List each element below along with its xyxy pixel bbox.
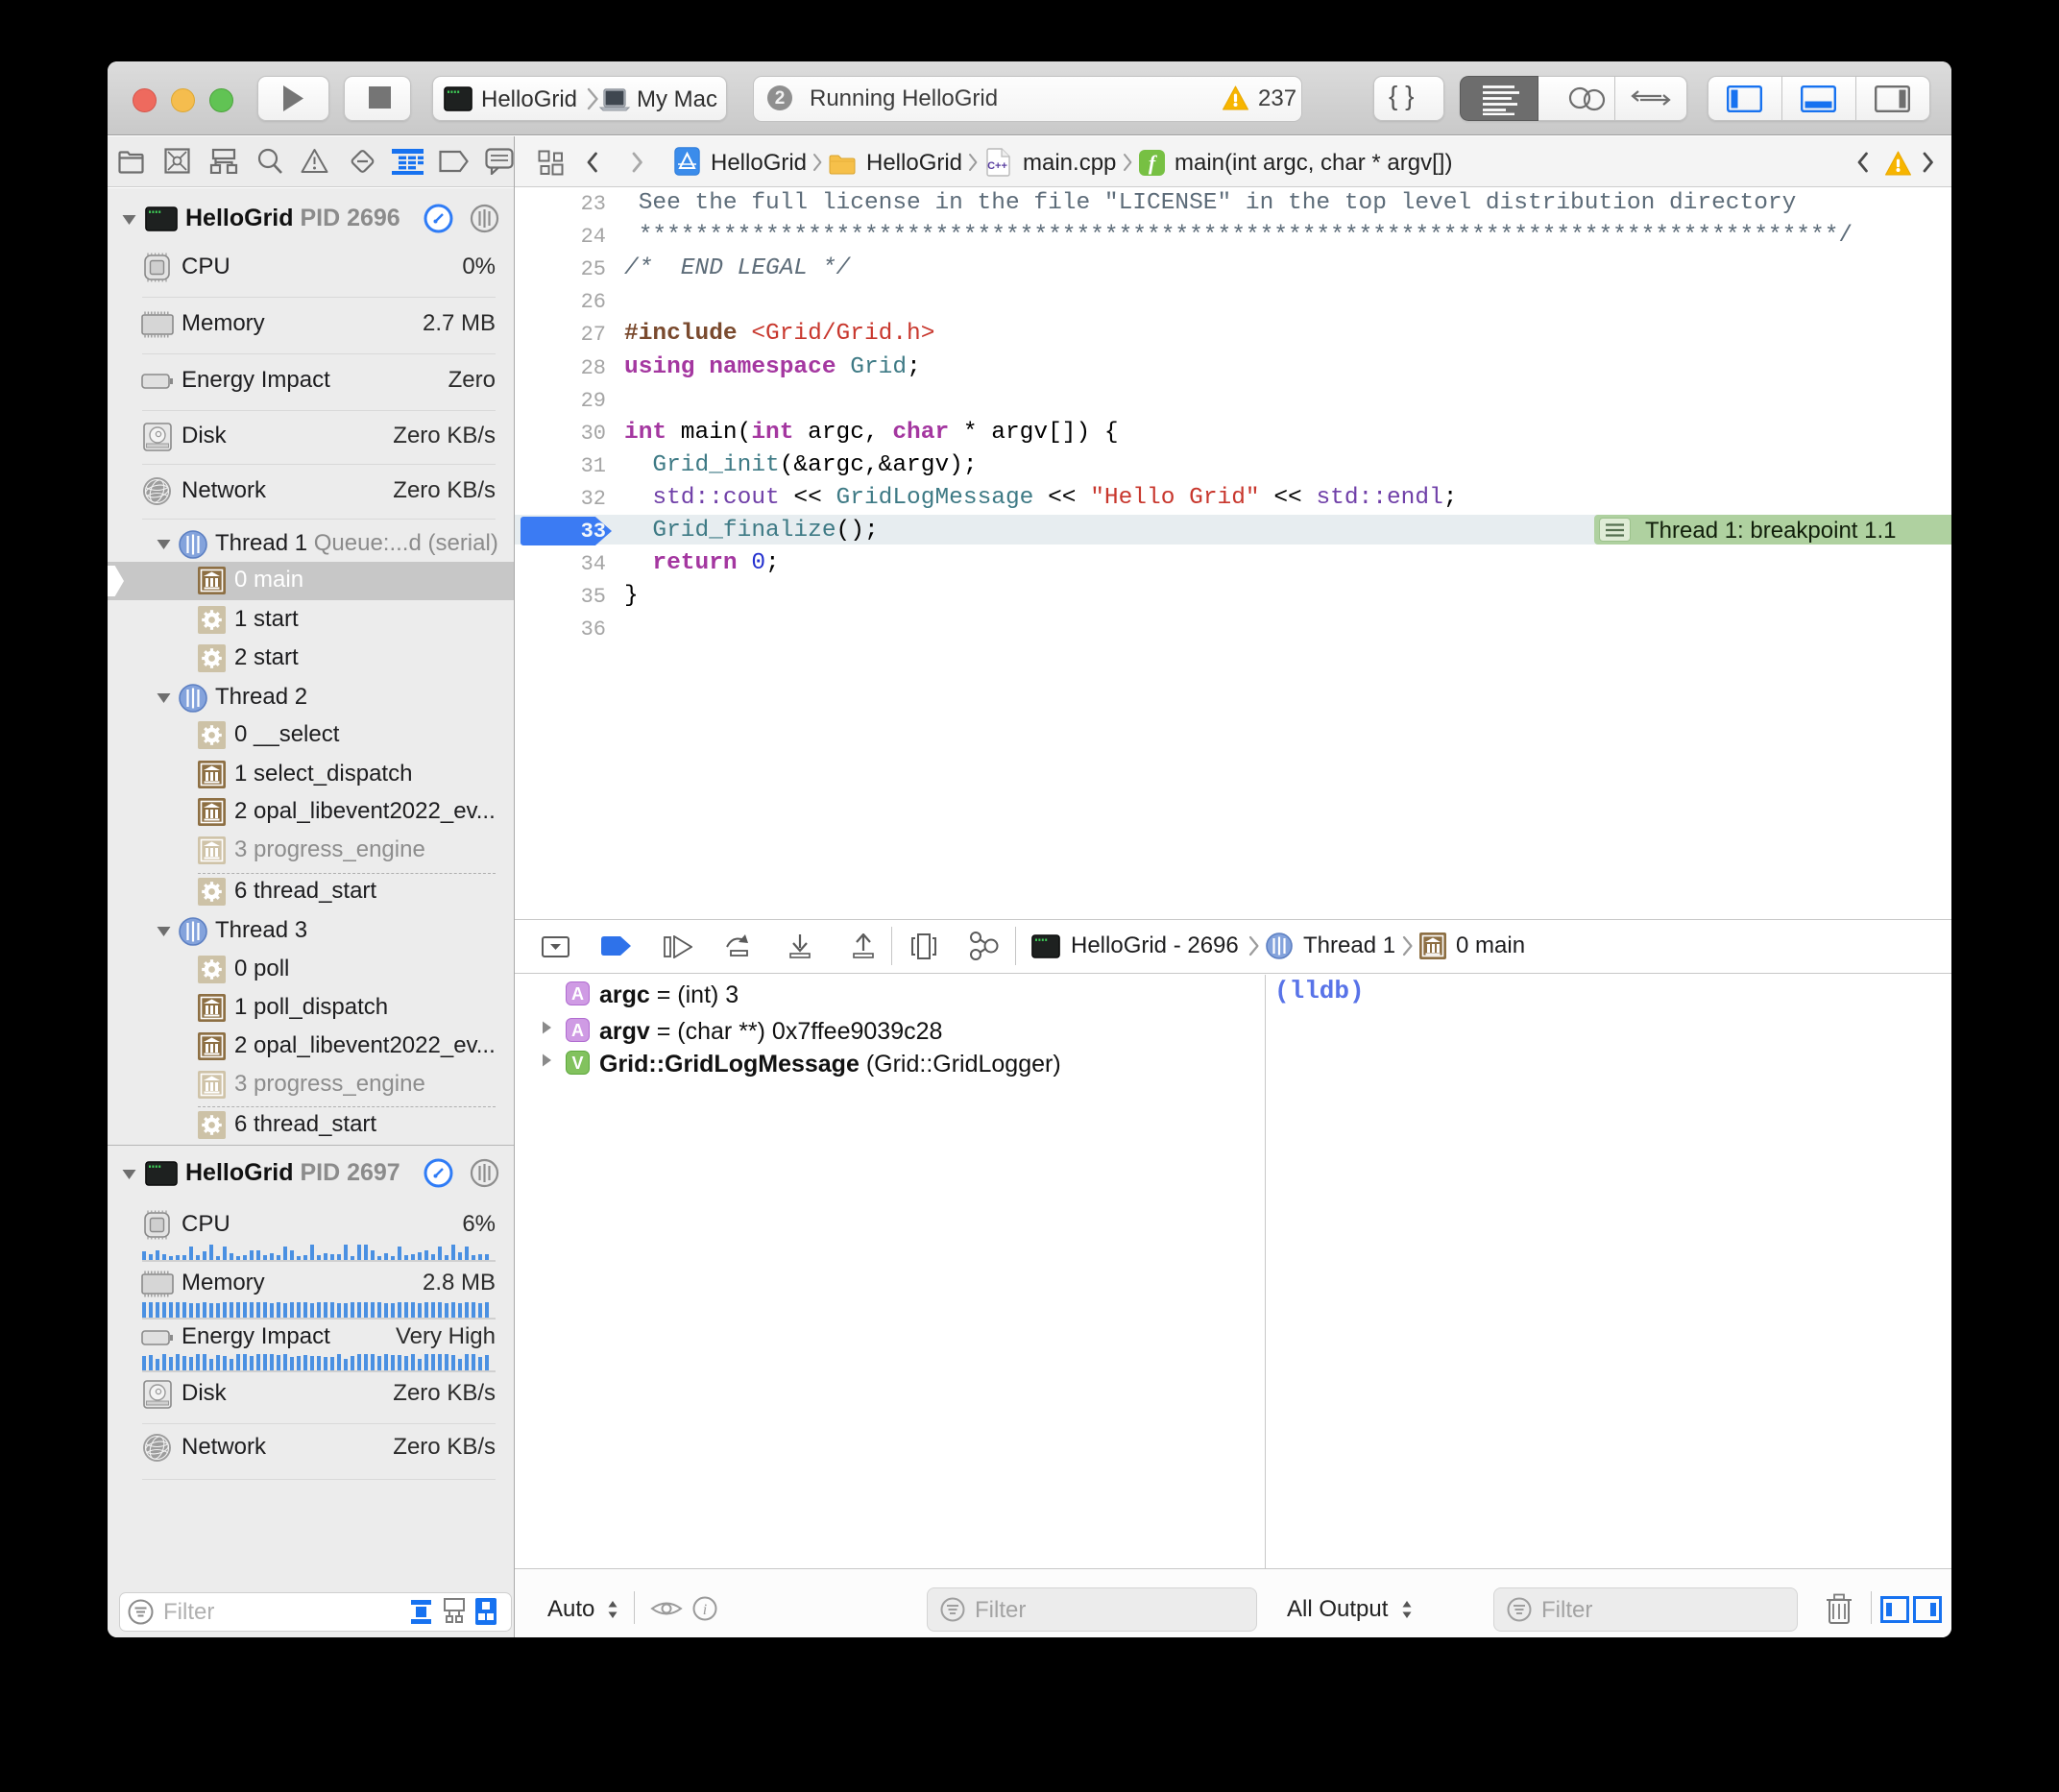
svg-text:C++: C++ — [987, 160, 1007, 172]
svg-text:i: i — [703, 1602, 707, 1618]
